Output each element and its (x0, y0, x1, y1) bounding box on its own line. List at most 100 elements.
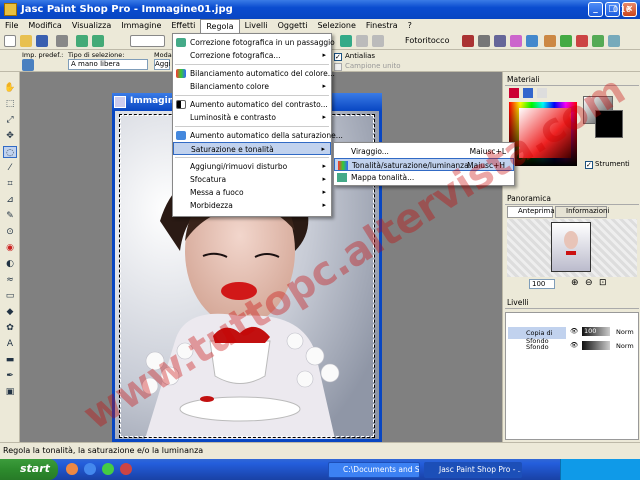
menu-file[interactable]: File (0, 19, 23, 33)
quicklaunch-icon[interactable] (102, 463, 114, 475)
fill-tool-icon[interactable]: ◆ (3, 306, 17, 318)
menu-modifica[interactable]: Modifica (23, 19, 66, 33)
sample-merged-checkbox[interactable] (334, 63, 342, 71)
layer-props-sfondo[interactable]: 👁 Norm (568, 341, 636, 353)
visibility-icon[interactable]: 👁 (570, 341, 578, 349)
redo-icon[interactable] (92, 35, 104, 47)
deform-tool-icon[interactable]: ⤢ (3, 114, 17, 126)
filter-icon[interactable] (560, 35, 572, 47)
menu-item-noise[interactable]: Aggiungi/rimuovi disturbo ▸ (173, 160, 331, 173)
new-icon[interactable] (4, 35, 16, 47)
print-icon[interactable] (56, 35, 68, 47)
menu-item-auto-color[interactable]: Bilanciamento automatico del colore... (173, 67, 335, 80)
menu-item-auto-saturation[interactable]: Aumento automatico della saturazione... (173, 129, 343, 142)
palette-icon[interactable] (576, 35, 588, 47)
crop-tool-icon[interactable]: ⌗ (3, 178, 17, 190)
open-icon[interactable] (20, 35, 32, 47)
shape-tool-icon[interactable]: ▬ (3, 354, 17, 366)
window-icon[interactable] (608, 35, 620, 47)
straighten-tool-icon[interactable]: ⊿ (3, 194, 17, 206)
menu-item-auto-contrast[interactable]: Aumento automatico del contrasto... (173, 98, 331, 111)
visibility-icon[interactable]: 👁 (570, 327, 578, 335)
pattern-tab-icon[interactable] (537, 88, 547, 98)
zoom-input[interactable]: 100 (529, 279, 555, 289)
menu-item-blur[interactable]: Sfocatura ▸ (173, 173, 331, 186)
selection-type-select[interactable]: A mano libera (68, 59, 148, 70)
picture-tube-icon[interactable]: ✿ (3, 322, 17, 334)
menu-finestra[interactable]: Finestra (361, 19, 403, 33)
color-picker[interactable] (509, 102, 577, 166)
mode-select[interactable]: Aggi (154, 59, 171, 70)
overview-preview[interactable] (507, 219, 637, 277)
lasso-tool-icon[interactable]: ◌ (3, 146, 17, 158)
menu-livelli[interactable]: Livelli (240, 19, 273, 33)
nature-icon[interactable] (592, 35, 604, 47)
eye-icon[interactable] (478, 35, 490, 47)
red-eye-tool-icon[interactable]: ◉ (3, 242, 17, 254)
layer-row-sfondo[interactable]: Sfondo (508, 341, 566, 353)
pan-tool-icon[interactable]: ✋ (3, 82, 17, 94)
zoom-tool-icon[interactable]: ⬚ (3, 98, 17, 110)
fotoritocco-dropdown[interactable]: Fotoritocco (405, 36, 449, 45)
brush-tool-icon[interactable]: ✎ (3, 210, 17, 222)
taskbar-item-explorer[interactable]: C:\Documents and Se... (328, 462, 420, 478)
submenu-item-hue-sat-lightness[interactable]: Tonalità/saturazione/luminanza... Maiusc+… (334, 158, 514, 171)
frame-tool-icon[interactable]: ▣ (3, 386, 17, 398)
layer-icon[interactable] (526, 35, 538, 47)
submenu-item-colorize[interactable]: Viraggio... Maiusc+L (334, 145, 514, 158)
quicklaunch-icon[interactable] (120, 463, 132, 475)
clone-tool-icon[interactable]: ⊙ (3, 226, 17, 238)
zoom-field[interactable] (130, 35, 165, 47)
smudge-tool-icon[interactable]: ≈ (3, 274, 17, 286)
menu-effetti[interactable]: Effetti (166, 19, 200, 33)
cancel-icon[interactable] (356, 35, 368, 47)
zoom-fit-icon[interactable]: ⊡ (599, 278, 607, 288)
layer-row-copia[interactable]: Copia di Sfondo (508, 327, 566, 345)
info-tab[interactable]: Informazioni (555, 206, 609, 218)
refresh-icon[interactable] (372, 35, 384, 47)
zoom-in-icon[interactable]: ⊕ (571, 278, 579, 288)
save-icon[interactable] (36, 35, 48, 47)
move-tool-icon[interactable]: ✥ (3, 130, 17, 142)
menu-item-color-balance[interactable]: Bilanciamento colore ▸ (173, 80, 331, 93)
color-icon[interactable] (510, 35, 522, 47)
menu-item-hue-saturation[interactable]: Saturazione e tonalità ▸ (173, 142, 331, 155)
accept-icon[interactable] (340, 35, 352, 47)
minimize-button[interactable]: _ (588, 2, 603, 17)
menu-regola[interactable]: Regola (200, 19, 240, 33)
menu-immagine[interactable]: Immagine (116, 19, 166, 33)
menu-item-onestep-fix[interactable]: Correzione fotografica in un passaggio (173, 36, 335, 49)
menu-item-soften[interactable]: Morbidezza ▸ (173, 199, 331, 212)
text-tool-icon[interactable]: A (3, 338, 17, 350)
undo-icon[interactable] (76, 35, 88, 47)
quicklaunch-icon[interactable] (66, 463, 78, 475)
pen-tool-icon[interactable]: ✒ (3, 370, 17, 382)
menu-selezione[interactable]: Selezione (312, 19, 360, 33)
lasso-icon[interactable] (22, 59, 34, 71)
menu-item-photo-fix[interactable]: Correzione fotografica... ▸ (173, 49, 331, 62)
dropper-tool-icon[interactable]: ⁄ (3, 162, 17, 174)
antialias-checkbox[interactable]: ✓ (334, 53, 342, 61)
menu-item-brightness-contrast[interactable]: Luminosità e contrasto ▸ (173, 111, 331, 124)
menu-visualizza[interactable]: Visualizza (67, 19, 116, 33)
rainbow-tab-icon[interactable] (523, 88, 533, 98)
preview-tab[interactable]: Anteprima (507, 206, 555, 218)
menu-help[interactable]: ? (403, 19, 417, 33)
tools-checkbox[interactable]: ✓ (585, 161, 593, 169)
swatches-tab-icon[interactable] (509, 88, 519, 98)
start-button[interactable]: start (0, 459, 58, 480)
zoom-out-icon[interactable]: ⊖ (585, 278, 593, 288)
taskbar-item-psp[interactable]: Jasc Paint Shop Pro - ... (424, 462, 522, 478)
quicklaunch-icon[interactable] (84, 463, 96, 475)
eraser-tool-icon[interactable]: ▭ (3, 290, 17, 302)
menu-oggetti[interactable]: Oggetti (273, 19, 313, 33)
menu-item-sharpen[interactable]: Messa a fuoco ▸ (173, 186, 331, 199)
adjust-icon[interactable] (494, 35, 506, 47)
background-swatch[interactable] (595, 110, 623, 138)
submenu-item-hue-map[interactable]: Mappa tonalità... (334, 171, 514, 184)
layer-props-copia[interactable]: 👁 100 Norm (568, 327, 636, 339)
dodge-tool-icon[interactable]: ◐ (3, 258, 17, 270)
app-titlebar: Jasc Paint Shop Pro - Immagine01.jpg _ □… (0, 0, 640, 19)
red-eye-icon[interactable] (462, 35, 474, 47)
effect-icon[interactable] (544, 35, 556, 47)
